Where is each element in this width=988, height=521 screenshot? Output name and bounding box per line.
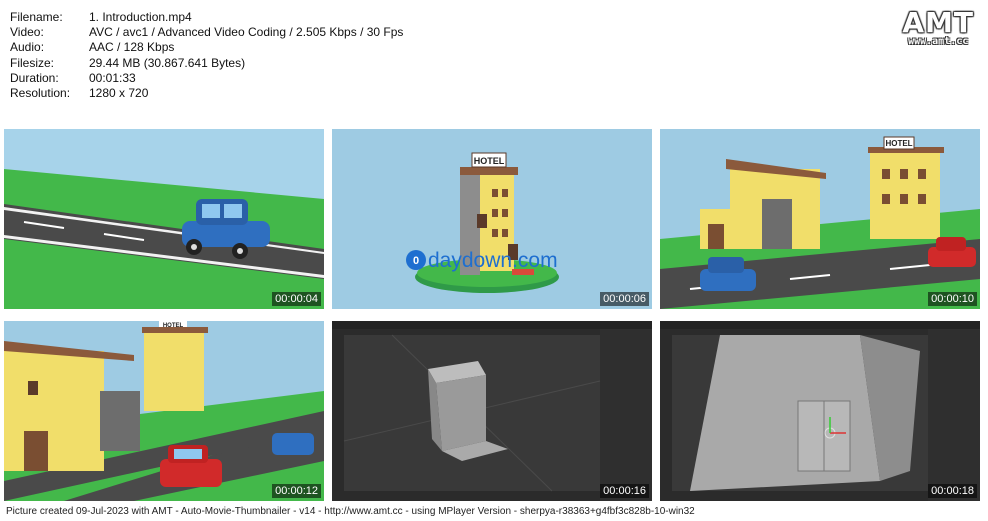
daydown-watermark: 0 daydown.com <box>406 249 558 272</box>
info-filename: Filename: 1. Introduction.mp4 <box>10 10 192 24</box>
svg-text:HOTEL: HOTEL <box>163 323 184 329</box>
logo-url: www.amt.cc <box>908 36 969 47</box>
info-resolution: Resolution: 1280 x 720 <box>10 86 149 101</box>
footer-credit: Picture created 09-Jul-2023 with AMT - A… <box>6 506 695 517</box>
amt-logo: AMT www.amt.cc <box>902 6 974 47</box>
scene-blender-door <box>660 321 980 501</box>
scene-street-buildings: HOTEL <box>660 129 980 309</box>
timestamp: 00:00:16 <box>600 484 649 498</box>
thumbnail-6[interactable]: 00:00:18 <box>660 321 980 501</box>
scene-car-road <box>4 129 324 309</box>
svg-text:daydown.com: daydown.com <box>428 249 558 272</box>
file-info-panel: Filename: 1. Introduction.mp4 Video: AVC /… <box>10 10 403 101</box>
building-wall-mesh <box>690 335 920 491</box>
hotel-sign: HOTEL <box>474 156 505 166</box>
thumbnail-2[interactable]: HOTEL 0 daydown.com 00:00:06 <box>332 129 652 309</box>
timestamp: 00:00:10 <box>928 292 977 306</box>
timestamp: 00:00:06 <box>600 292 649 306</box>
info-video: Video: AVC / avc1 / Advanced Video Coding… <box>10 25 404 40</box>
hotel-building: HOTEL <box>142 321 208 411</box>
timestamp: 00:00:04 <box>272 292 321 306</box>
info-audio: Audio: AAC / 128 Kbps <box>10 40 175 55</box>
blue-car-icon <box>272 433 314 455</box>
info-duration: Duration: 00:01:33 <box>10 70 136 85</box>
scene-hotel-model: HOTEL 0 daydown.com <box>332 129 652 309</box>
thumbnail-5[interactable]: 00:00:16 <box>332 321 652 501</box>
thumbnail-4[interactable]: HOTEL 00:00:12 <box>4 321 324 501</box>
logo-title: AMT <box>902 6 974 39</box>
hotel-building: HOTEL <box>868 136 944 239</box>
thumbnail-1[interactable]: 00:00:04 <box>4 129 324 309</box>
thumbnail-3[interactable]: HOTEL 00:00:10 <box>660 129 980 309</box>
scene-blender-modeling <box>332 321 652 501</box>
timestamp: 00:00:18 <box>928 484 977 498</box>
svg-text:0: 0 <box>413 255 419 267</box>
info-filesize: Filesize: 29.44 MB (30.867.641 Bytes) <box>10 55 246 70</box>
scene-street-closeup: HOTEL <box>4 321 324 501</box>
timestamp: 00:00:12 <box>272 484 321 498</box>
svg-text:HOTEL: HOTEL <box>885 139 912 148</box>
